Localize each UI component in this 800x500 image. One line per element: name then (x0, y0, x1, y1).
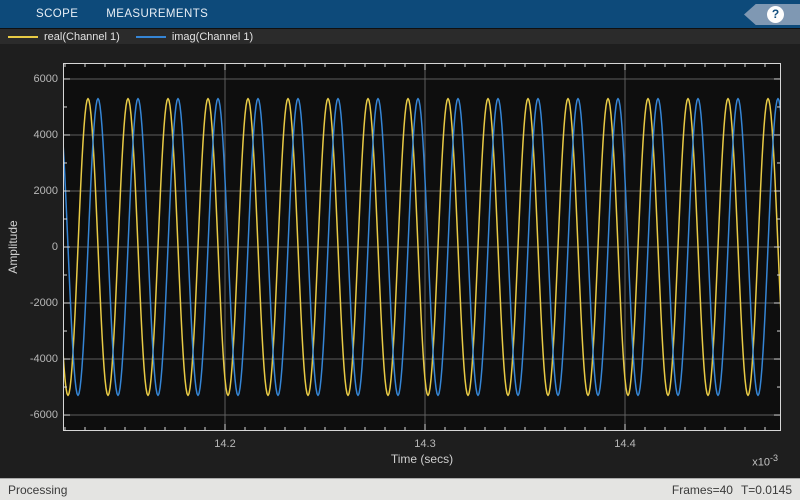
y-tick-label: 0 (16, 241, 58, 254)
legend-item-imag[interactable]: imag(Channel 1) (136, 31, 253, 43)
legend-item-real[interactable]: real(Channel 1) (8, 31, 120, 43)
y-tick-label: -6000 (16, 409, 58, 422)
status-frames: Frames=40 (672, 483, 733, 497)
x-tick-label: 14.4 (603, 438, 647, 451)
legend-label-imag: imag(Channel 1) (172, 31, 253, 43)
status-bar: Processing Frames=40 T=0.0145 (0, 478, 800, 500)
status-time: T=0.0145 (741, 483, 792, 497)
toolbar: SCOPE MEASUREMENTS ? (0, 0, 800, 28)
y-tick-label: 2000 (16, 185, 58, 198)
help-icon: ? (767, 6, 784, 23)
real-line-swatch-icon (8, 36, 38, 38)
plot-canvas[interactable] (63, 63, 781, 431)
y-tick-label: -2000 (16, 297, 58, 310)
plot-region: Amplitude Time (secs) x10-3 -6000-4000-2… (0, 44, 800, 478)
help-button[interactable]: ? (744, 4, 800, 25)
status-processing: Processing (8, 483, 67, 497)
legend: real(Channel 1) imag(Channel 1) (0, 28, 800, 44)
y-tick-label: -4000 (16, 353, 58, 366)
imag-line-swatch-icon (136, 36, 166, 38)
legend-label-real: real(Channel 1) (44, 31, 120, 43)
x-tick-label: 14.3 (403, 438, 447, 451)
scope-window: SCOPE MEASUREMENTS ? real(Channel 1) ima… (0, 0, 800, 500)
tab-measurements[interactable]: MEASUREMENTS (92, 0, 222, 28)
x-axis-multiplier: x10-3 (752, 453, 778, 469)
y-tick-label: 6000 (16, 73, 58, 86)
x-tick-label: 14.2 (203, 438, 247, 451)
y-tick-label: 4000 (16, 129, 58, 142)
tab-scope[interactable]: SCOPE (22, 0, 92, 28)
x-axis-title: Time (secs) (63, 452, 781, 466)
